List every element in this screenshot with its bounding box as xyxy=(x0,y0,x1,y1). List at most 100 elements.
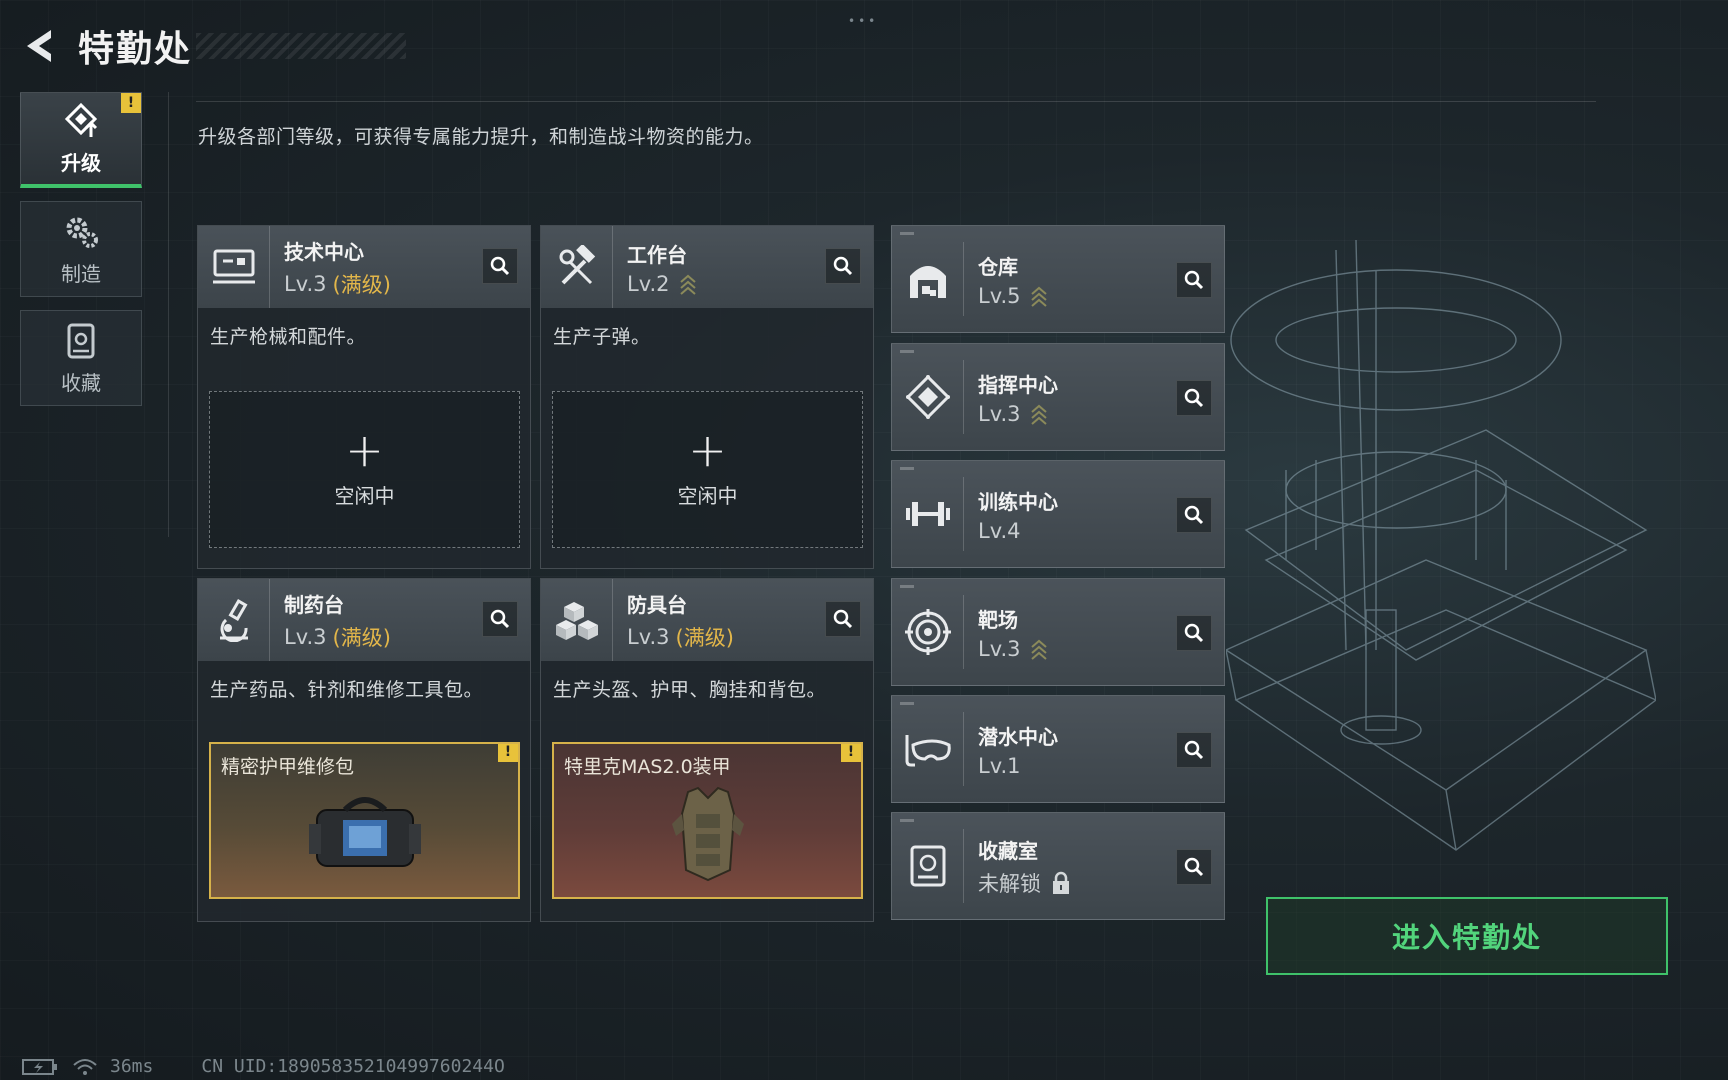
latency-text: 36ms xyxy=(110,1056,154,1077)
cubes-icon xyxy=(541,579,613,661)
search-button[interactable] xyxy=(1176,497,1212,533)
target-icon xyxy=(892,595,964,669)
locked-status: 未解锁 xyxy=(978,871,1041,896)
search-button[interactable] xyxy=(482,248,518,284)
facility-description: 生产头盔、护甲、胸挂和背包。 xyxy=(553,679,827,701)
upgrade-icon xyxy=(64,102,98,137)
upgrade-chevron-icon xyxy=(1030,404,1047,425)
search-button[interactable] xyxy=(1176,380,1212,416)
card-header: 技术中心 Lv.3 (满级) xyxy=(198,226,530,308)
facility-name: 收藏室 xyxy=(978,838,1038,863)
production-item-slot[interactable]: ! 特里克MAS2.0装甲 xyxy=(552,742,863,899)
search-icon xyxy=(1184,623,1204,643)
diving-mask-icon xyxy=(892,712,964,786)
upgrade-chevron-icon xyxy=(1030,639,1047,660)
tab-collection[interactable]: 收藏 xyxy=(20,310,142,406)
computer-icon xyxy=(198,226,270,308)
corner-decoration xyxy=(900,819,914,822)
level-value: Lv.3 xyxy=(978,401,1021,426)
dumbbell-icon xyxy=(892,477,964,551)
alert-badge: ! xyxy=(121,93,141,113)
facility-level: Lv.3 xyxy=(978,402,1058,426)
command-center-icon xyxy=(892,360,964,434)
max-level-label: (满级) xyxy=(675,625,734,650)
search-button[interactable] xyxy=(825,601,861,637)
hammer-wrench-icon xyxy=(541,226,613,308)
search-button[interactable] xyxy=(1176,262,1212,298)
body-armor-image xyxy=(671,786,744,882)
upgrade-chevron-icon xyxy=(1030,286,1047,307)
page-title: 特勤处 xyxy=(78,29,193,70)
divider xyxy=(168,92,169,537)
add-icon: + xyxy=(688,423,727,477)
facility-name: 指挥中心 xyxy=(978,372,1058,397)
facility-blueprint-art xyxy=(1226,239,1656,851)
facility-name: 训练中心 xyxy=(978,489,1058,514)
level-value: Lv.3 xyxy=(284,271,327,296)
production-slot[interactable]: + 空闲中 xyxy=(552,391,863,548)
tab-label: 制造 xyxy=(61,261,101,286)
alert-badge: ! xyxy=(841,744,861,762)
tab-craft[interactable]: 制造 xyxy=(20,201,142,297)
lock-icon xyxy=(1053,871,1069,894)
battery-icon xyxy=(22,1058,57,1075)
search-button[interactable] xyxy=(1176,732,1212,768)
corner-decoration xyxy=(900,350,914,353)
tab-label: 升级 xyxy=(61,151,101,175)
max-level-label: (满级) xyxy=(332,272,391,297)
upgrade-chevron-icon xyxy=(679,274,696,295)
facility-name: 仓库 xyxy=(978,254,1018,279)
alert-badge: ! xyxy=(498,744,518,762)
card-header: 制药台 Lv.3 (满级) xyxy=(198,579,530,661)
collection-room-icon xyxy=(892,829,964,903)
search-button[interactable] xyxy=(1176,849,1212,885)
item-name: 特里克MAS2.0装甲 xyxy=(564,756,731,778)
search-icon xyxy=(1184,270,1204,290)
warehouse-icon xyxy=(892,242,964,316)
facility-level: Lv.4 xyxy=(978,519,1058,543)
add-icon: + xyxy=(345,423,384,477)
microscope-icon xyxy=(198,579,270,661)
user-id-text: CN UID:18905835210499760244O xyxy=(201,1056,505,1077)
level-value: Lv.3 xyxy=(978,636,1021,661)
search-icon xyxy=(490,256,510,276)
facility-level: Lv.3 (满级) xyxy=(284,622,391,652)
production-item-slot[interactable]: ! 精密护甲维修包 xyxy=(209,742,520,899)
repair-kit-image xyxy=(308,797,421,867)
back-button[interactable] xyxy=(18,23,64,69)
tab-upgrade[interactable]: ! 升级 xyxy=(20,92,142,188)
search-icon xyxy=(490,609,510,629)
search-button[interactable] xyxy=(825,248,861,284)
corner-decoration xyxy=(900,702,914,705)
facility-card-collection-room: 收藏室 未解锁 xyxy=(891,812,1225,920)
gear-icon xyxy=(66,217,98,248)
search-button[interactable] xyxy=(1176,615,1212,651)
corner-decoration xyxy=(900,467,914,470)
level-value: Lv.3 xyxy=(627,624,670,649)
level-value: Lv.2 xyxy=(627,271,670,296)
facility-level: Lv.5 xyxy=(978,284,1049,308)
facility-name: 靶场 xyxy=(978,607,1018,632)
facility-card-training-center: 训练中心 Lv.4 xyxy=(891,460,1225,568)
search-button[interactable] xyxy=(482,601,518,637)
search-icon xyxy=(833,609,853,629)
status-bar: 36ms CN UID:18905835210499760244O xyxy=(22,1056,505,1077)
facility-name: 技术中心 xyxy=(284,239,364,264)
search-icon xyxy=(1184,505,1204,525)
tab-label: 收藏 xyxy=(61,370,101,395)
facility-card-tech-center: 技术中心 Lv.3 (满级) 生产枪械和配件。 + 空闲中 xyxy=(197,225,531,569)
facility-card-workbench: 工作台 Lv.2 生产子弹。 + 空闲中 xyxy=(540,225,874,569)
facility-name: 工作台 xyxy=(627,242,687,267)
corner-decoration xyxy=(900,585,914,588)
facility-card-armor-bench: 防具台 Lv.3 (满级) 生产头盔、护甲、胸挂和背包。 ! 特里克MAS2.0… xyxy=(540,578,874,922)
production-slot[interactable]: + 空闲中 xyxy=(209,391,520,548)
facility-description: 生产子弹。 xyxy=(553,326,651,348)
search-icon xyxy=(833,256,853,276)
facility-level: Lv.2 xyxy=(627,272,698,296)
card-header: 工作台 Lv.2 xyxy=(541,226,873,308)
page-header: 特勤处 xyxy=(18,16,407,76)
top-dots-decoration: ••• xyxy=(848,14,879,28)
enter-special-ops-button[interactable]: 进入特勤处 xyxy=(1266,897,1668,975)
slot-status: 空闲中 xyxy=(677,484,738,508)
max-level-label: (满级) xyxy=(332,625,391,650)
